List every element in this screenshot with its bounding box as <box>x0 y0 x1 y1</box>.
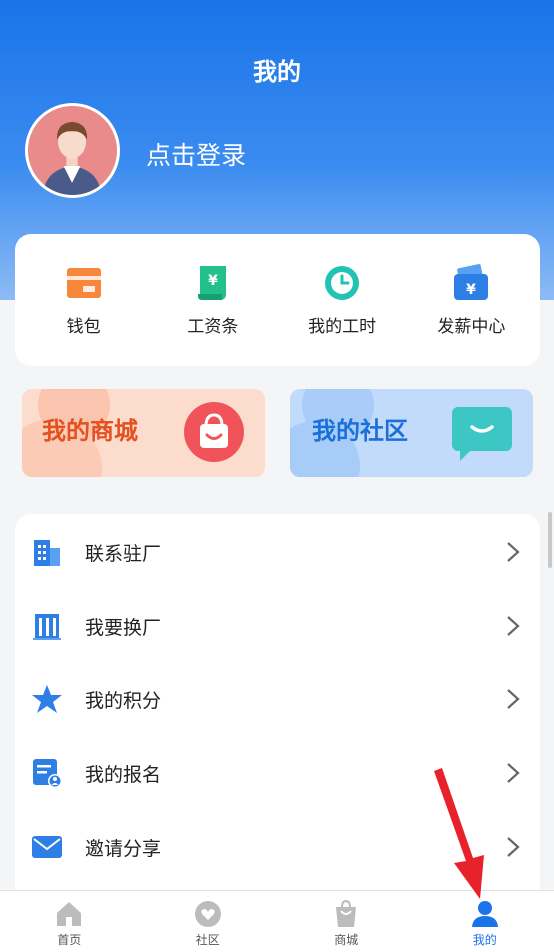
menu-item-contact-factory[interactable]: 联系驻厂 <box>15 515 540 589</box>
my-community-label: 我的社区 <box>312 417 408 445</box>
wallet-icon <box>66 267 101 298</box>
menu-item-label: 联系驻厂 <box>85 542 162 565</box>
menu-item-label: 邀请分享 <box>85 837 162 860</box>
quick-actions-card: 钱包 ¥ 工资条 我的工时 ¥ 发薪中心 <box>15 234 540 366</box>
chevron-right-icon <box>507 763 520 783</box>
tab-label: 首页 <box>57 933 82 947</box>
quick-action-wallet[interactable]: 钱包 <box>24 264 144 337</box>
payslip-icon: ¥ <box>197 265 226 300</box>
quick-action-label: 工资条 <box>187 316 239 337</box>
menu-item-change-factory[interactable]: 我要换厂 <box>15 589 540 663</box>
login-link[interactable]: 点击登录 <box>146 136 246 172</box>
chevron-right-icon <box>507 616 520 636</box>
user-avatar-icon <box>28 106 117 195</box>
mail-icon <box>32 836 62 858</box>
svg-text:¥: ¥ <box>208 273 218 289</box>
star-icon <box>32 685 62 713</box>
signup-icon <box>33 759 62 788</box>
chevron-right-icon <box>507 689 520 709</box>
menu-item-label: 我的报名 <box>85 763 162 786</box>
clock-icon <box>325 265 360 300</box>
my-community-card[interactable]: 我的社区 <box>290 389 533 477</box>
salary-center-icon: ¥ <box>454 263 489 300</box>
home-icon <box>57 902 82 926</box>
menu-item-points[interactable]: 我的积分 <box>15 662 540 736</box>
building-icon <box>34 540 60 566</box>
menu-item-label: 我要换厂 <box>85 616 162 639</box>
my-shop-card[interactable]: 我的商城 <box>22 389 265 477</box>
chevron-right-icon <box>507 837 520 857</box>
quick-action-salary-center[interactable]: ¥ 发薪中心 <box>411 263 531 337</box>
tab-home[interactable]: 首页 <box>0 891 139 952</box>
tab-community[interactable]: 社区 <box>139 891 278 952</box>
chevron-right-icon <box>507 542 520 562</box>
shopping-bag-icon <box>184 402 244 462</box>
scrollbar[interactable] <box>548 512 552 568</box>
page-title: 我的 <box>253 58 301 86</box>
tab-label: 社区 <box>195 933 220 947</box>
bag-icon <box>336 899 357 927</box>
tab-shop[interactable]: 商城 <box>277 891 416 952</box>
tab-label: 我的 <box>472 933 497 947</box>
my-shop-label: 我的商城 <box>42 417 138 445</box>
heart-bubble-icon <box>194 901 221 927</box>
quick-action-label: 发薪中心 <box>437 316 506 337</box>
red-arrow-annotation <box>434 768 484 899</box>
svg-text:¥: ¥ <box>467 282 477 298</box>
menu-item-label: 我的积分 <box>85 689 162 712</box>
factory-icon <box>33 614 61 640</box>
chat-bubble-icon <box>452 407 512 461</box>
tab-label: 商城 <box>334 933 359 947</box>
avatar[interactable] <box>25 103 120 198</box>
quick-action-label: 我的工时 <box>308 316 377 337</box>
quick-action-label: 钱包 <box>66 316 101 337</box>
quick-action-hours[interactable]: 我的工时 <box>282 264 402 337</box>
quick-action-payslip[interactable]: ¥ 工资条 <box>153 264 273 337</box>
